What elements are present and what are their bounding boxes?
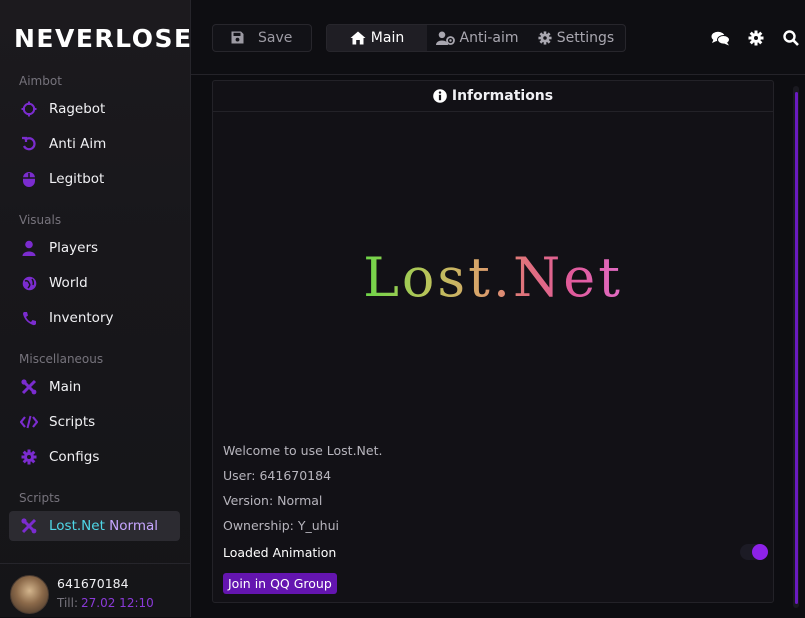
till-label: Till: [57,596,79,610]
section-title-miscellaneous: Miscellaneous [19,352,104,366]
sidebar-item-world[interactable]: World [9,268,180,298]
app-logo: NEVERLOSE [14,24,193,53]
tools-icon [19,377,39,397]
sidebar-item-label: Players [49,240,99,256]
section-title-aimbot: Aimbot [19,74,62,88]
sidebar-item-players[interactable]: Players [9,233,180,263]
search-icon[interactable] [781,28,801,48]
loaded-animation-label: Loaded Animation [223,545,337,560]
tab-main[interactable]: Main [327,25,427,51]
sidebar-item-configs[interactable]: Configs [9,442,180,472]
sidebar-item-anti-aim[interactable]: Anti Aim [9,129,180,159]
chat-icon[interactable] [710,28,730,48]
sidebar-item-main[interactable]: Main [9,372,180,402]
scrollbar-thumb[interactable] [795,92,798,604]
user-footer: 641670184 Till: 27.02 12:10 [0,563,190,618]
top-bar: Save Main Anti-aim Settings [191,0,805,75]
panel-title: Informations [451,88,554,104]
panel-header: Informations [213,81,773,112]
home-icon [350,31,366,45]
sidebar-item-scripts[interactable]: Scripts [9,407,180,437]
welcome-text: Welcome to use Lost.Net. [223,443,383,458]
sidebar-item-inventory[interactable]: Inventory [9,303,180,333]
toggle-knob [752,544,768,560]
sidebar-item-legitbot[interactable]: Legitbot [9,164,180,194]
sidebar-item-label: Main [49,379,82,395]
sidebar-item-label: Scripts [49,414,96,430]
script-name: Lost.Net [49,518,105,534]
save-icon [231,29,244,48]
section-title-visuals: Visuals [19,213,62,227]
sidebar: NEVERLOSE Aimbot Ragebot Anti Aim Legitb… [0,0,191,617]
tab-anti-aim[interactable]: Anti-aim [427,25,527,51]
sidebar-item-label: Legitbot [49,171,105,187]
gear-icon[interactable] [746,28,766,48]
lost-net-title: Lost.Net [363,246,623,309]
sidebar-item-label: Lost.Net Normal [49,518,158,534]
info-panel: Informations Lost.Net Welcome to use Los… [212,80,774,603]
till-value: 27.02 12:10 [81,596,154,610]
loaded-animation-toggle[interactable] [740,544,768,560]
user-name: 641670184 [57,576,129,591]
tab-label: Settings [556,30,615,46]
lost-net-title-text: Lost.Net [363,246,623,309]
join-qq-group-button[interactable]: Join in QQ Group [223,573,337,594]
code-icon [19,412,39,432]
gear-icon [538,31,552,45]
tab-bar: Main Anti-aim Settings [326,24,626,52]
sidebar-item-label: Anti Aim [49,136,107,152]
tab-label: Anti-aim [459,30,519,46]
crosshair-icon [19,99,39,119]
section-title-scripts: Scripts [19,491,61,505]
subscription-till: Till: 27.02 12:10 [57,596,154,610]
globe-icon [19,273,39,293]
sidebar-item-label: World [49,275,88,291]
ownership-line: Ownership: Y_uhui [223,518,339,533]
gear-icon [19,447,39,467]
version-line: Version: Normal [223,493,323,508]
save-button[interactable]: Save [212,24,312,52]
phone-icon [19,308,39,328]
save-label: Save [258,30,293,46]
script-version: Normal [109,518,159,534]
sidebar-item-ragebot[interactable]: Ragebot [9,94,180,124]
tab-settings[interactable]: Settings [527,25,625,51]
sidebar-item-label: Configs [49,449,100,465]
sidebar-item-lost-net[interactable]: Lost.Net Normal [9,511,180,541]
rotate-arrow-icon [19,134,39,154]
avatar[interactable] [10,575,49,614]
user-gear-icon [435,31,455,45]
sidebar-item-label: Inventory [49,310,114,326]
user-line: User: 641670184 [223,468,332,483]
sidebar-item-label: Ragebot [49,101,106,117]
mouse-icon [19,169,39,189]
user-icon [19,238,39,258]
info-icon [433,89,447,103]
tools-icon [19,516,39,536]
tab-label: Main [370,30,405,46]
